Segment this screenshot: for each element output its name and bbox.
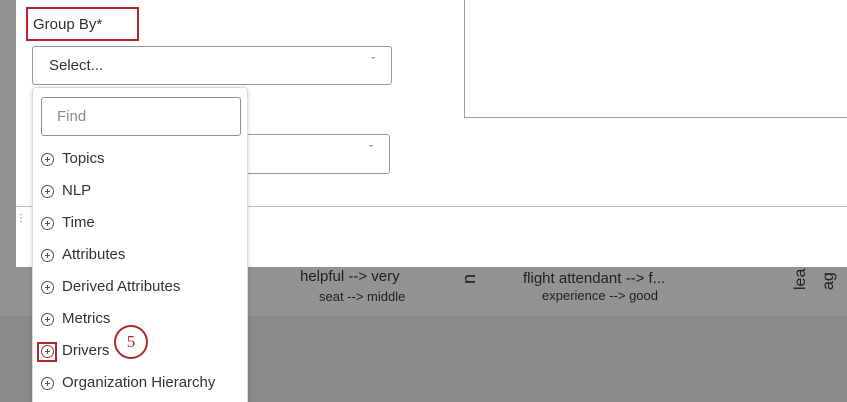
plus-circle-icon[interactable] [41, 313, 54, 326]
option-label: Organization Hierarchy [62, 374, 216, 391]
option-label: Metrics [62, 310, 111, 327]
option-attributes[interactable]: Attributes [33, 241, 247, 271]
plus-circle-icon[interactable] [41, 377, 54, 390]
option-label: Time [62, 214, 95, 231]
plus-circle-icon[interactable] [41, 281, 54, 294]
group-by-label: Group By* [33, 16, 103, 33]
chevron-down-icon: ˇ [369, 144, 373, 156]
plus-circle-icon[interactable] [41, 345, 54, 358]
word-cloud-term: seat --> middle [319, 289, 406, 304]
option-label: Derived Attributes [62, 278, 181, 295]
option-topics[interactable]: Topics [33, 145, 247, 175]
option-label: Topics [62, 150, 105, 167]
word-cloud-term: helpful --> very [300, 268, 400, 285]
word-cloud-term: experience --> good [542, 288, 658, 303]
find-input[interactable] [41, 97, 241, 136]
select-placeholder: Select... [49, 57, 104, 74]
word-cloud-term-rotated: ag [820, 272, 837, 290]
word-cloud-term: flight attendant --> f... [523, 270, 666, 287]
plus-circle-icon[interactable] [41, 185, 54, 198]
plus-circle-icon[interactable] [41, 217, 54, 230]
group-by-label-highlight: Group By* [26, 7, 139, 41]
preview-area [464, 0, 847, 118]
option-nlp[interactable]: NLP [33, 177, 247, 207]
plus-circle-icon[interactable] [41, 153, 54, 166]
chevron-down-icon: ˇ [371, 56, 375, 68]
word-cloud-term-rotated: lea [792, 268, 809, 290]
option-organization-hierarchy[interactable]: Organization Hierarchy [33, 369, 247, 399]
word-cloud-term-rotated: n [459, 273, 479, 284]
secondary-select[interactable]: ˇ [243, 134, 390, 174]
option-label: NLP [62, 182, 92, 199]
plus-circle-icon[interactable] [41, 249, 54, 262]
drag-handle-icon[interactable]: ⋮ [16, 214, 26, 232]
option-time[interactable]: Time [33, 209, 247, 239]
group-by-select[interactable]: Select... ˇ [32, 46, 392, 85]
option-label: Drivers [62, 342, 110, 359]
option-derived-attributes[interactable]: Derived Attributes [33, 273, 247, 303]
option-label: Attributes [62, 246, 126, 263]
step-number-badge: 5 [114, 325, 148, 359]
